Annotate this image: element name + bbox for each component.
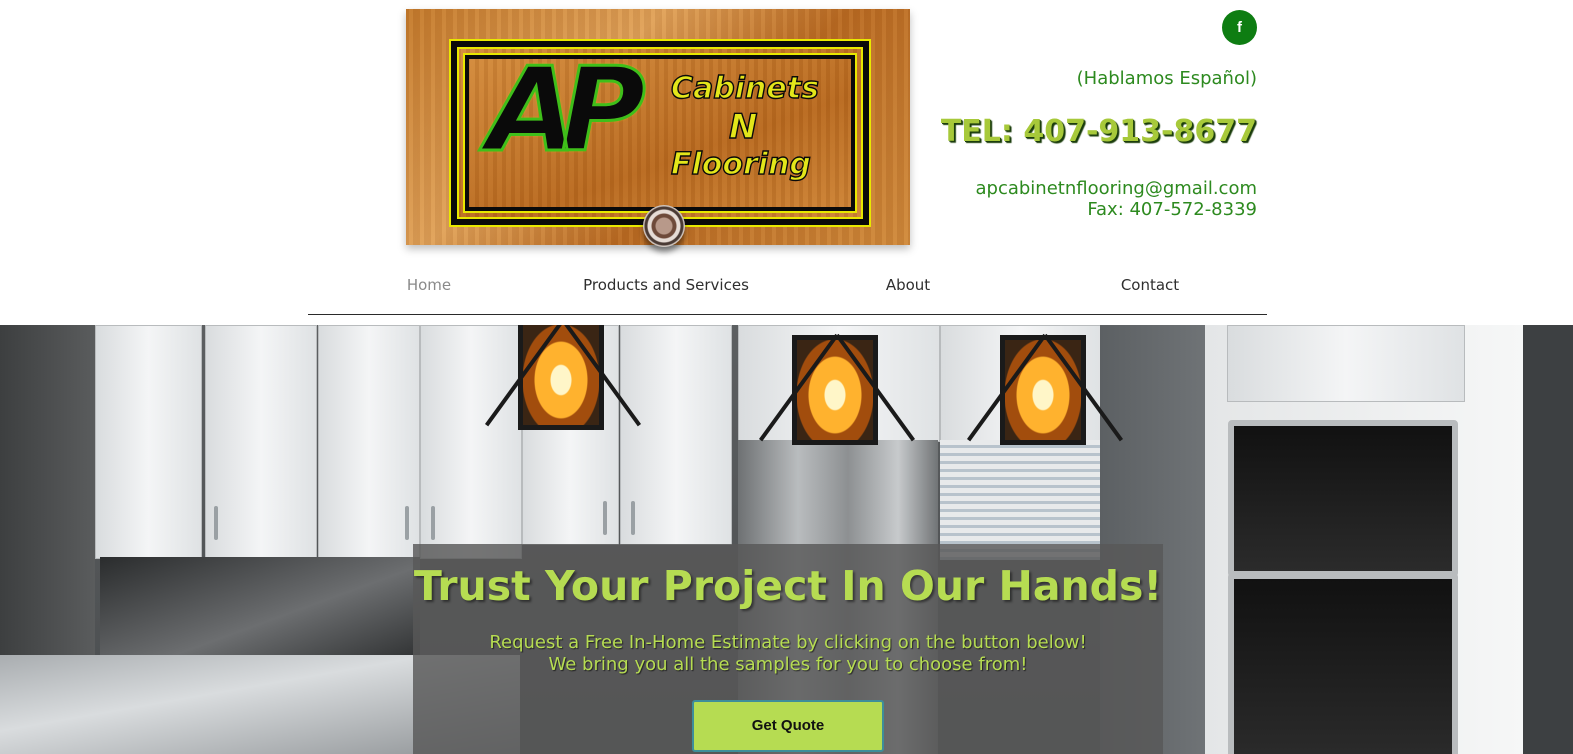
logo-word-flooring: Flooring: [670, 146, 811, 182]
cabinet-knob-image: [643, 205, 685, 247]
facebook-icon[interactable]: f: [1222, 10, 1257, 45]
hero-subtitle-line2: We bring you all the samples for you to …: [548, 654, 1028, 675]
get-quote-button[interactable]: Get Quote: [692, 700, 884, 752]
hero-subtitle-line1: Request a Free In-Home Estimate by click…: [489, 632, 1087, 653]
logo-word-cabinets: Cabinets: [670, 70, 819, 106]
pendant-lamp: [518, 325, 604, 430]
phone-number[interactable]: TEL: 407-913-8677: [941, 114, 1257, 149]
nav-item-home[interactable]: Home: [308, 276, 550, 294]
nav-item-about[interactable]: About: [787, 276, 1029, 294]
logo-word-n: N: [728, 106, 758, 147]
nav-item-products-and-services[interactable]: Products and Services: [545, 276, 787, 294]
hero-title: Trust Your Project In Our Hands!: [413, 562, 1163, 610]
hero-section: Trust Your Project In Our Hands! Request…: [0, 325, 1573, 754]
main-nav: Home Products and Services About Contact: [308, 266, 1267, 315]
logo-panel: AP Cabinets N Flooring: [451, 41, 869, 225]
spanish-note: (Hablamos Español): [1076, 68, 1257, 89]
logo-initials: AP: [486, 43, 648, 178]
logo[interactable]: AP Cabinets N Flooring: [406, 9, 910, 247]
nav-item-contact[interactable]: Contact: [1029, 276, 1271, 294]
hero-overlay: Trust Your Project In Our Hands! Request…: [413, 544, 1163, 754]
fax-number: Fax: 407-572-8339: [1087, 199, 1257, 220]
pendant-lamp: [1000, 335, 1086, 445]
email-link[interactable]: apcabinetnflooring@gmail.com: [975, 178, 1257, 199]
pendant-lamp: [792, 335, 878, 445]
